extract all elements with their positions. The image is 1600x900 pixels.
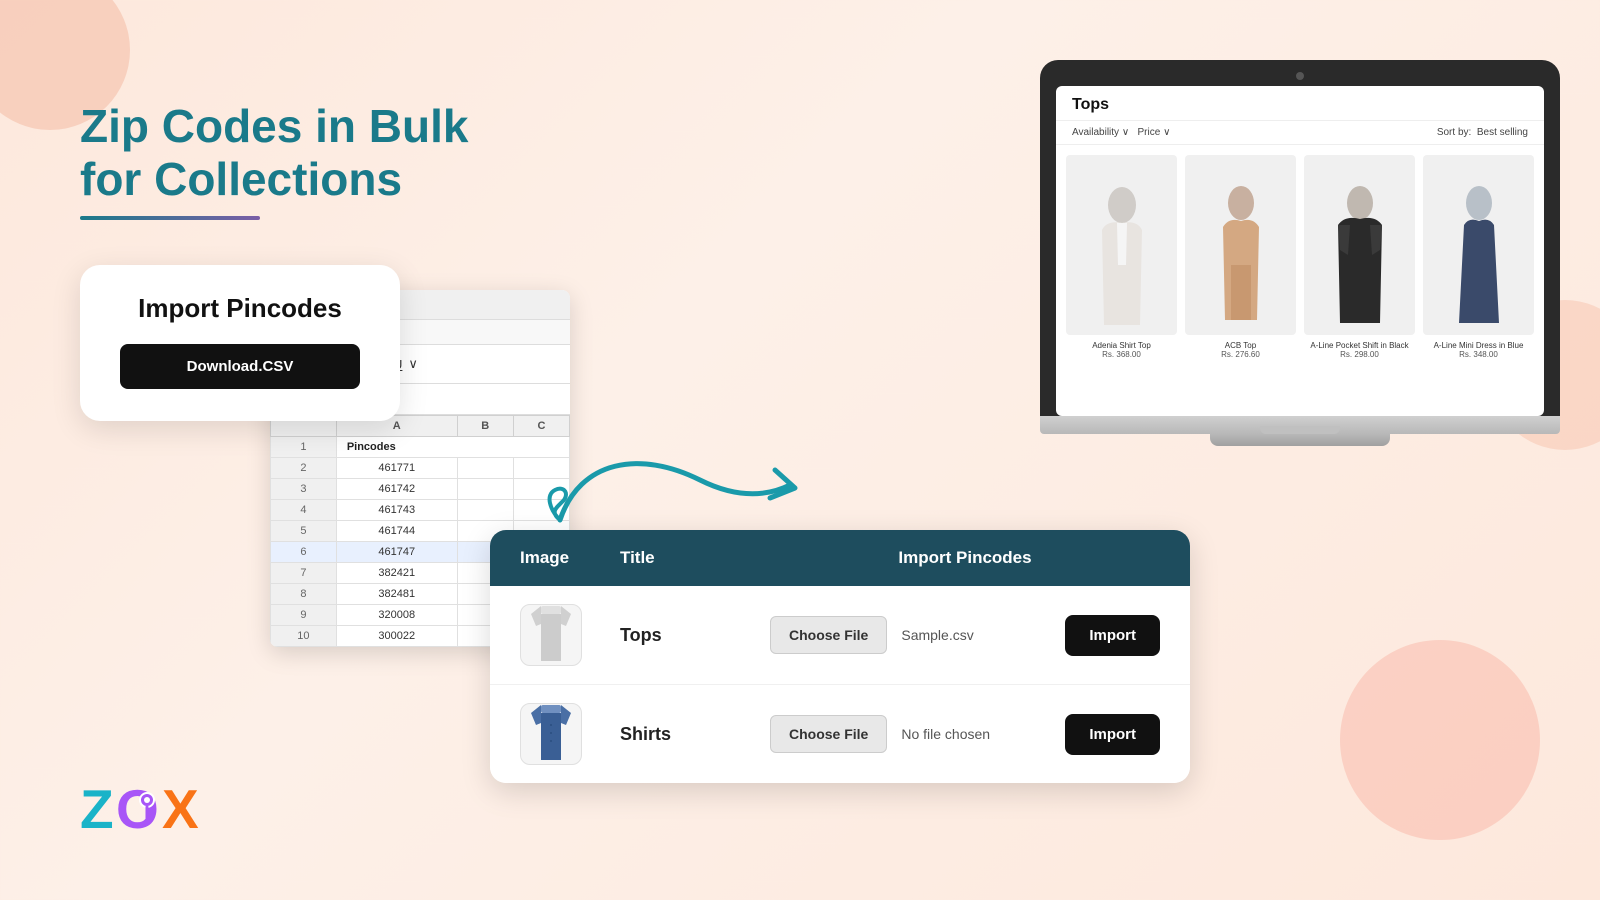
- shop-header: Tops: [1056, 86, 1544, 121]
- product-price-3: Rs. 298.00: [1304, 350, 1415, 359]
- excel-row-1-num: 1: [271, 437, 337, 458]
- product-image-1: [1066, 155, 1177, 335]
- product-card-2: ACB Top Rs. 276.60: [1185, 155, 1296, 359]
- import-card-heading: Import Pincodes: [120, 293, 360, 324]
- laptop-base: [1040, 416, 1560, 434]
- filters-left: Availability ∨ Price ∨: [1072, 127, 1170, 138]
- product-card-1: Adenia Shirt Top Rs. 368.00: [1066, 155, 1177, 359]
- shirts-import-cell: Choose File No file chosen Import: [770, 714, 1160, 755]
- table-row: 2 461771: [271, 458, 570, 479]
- laptop-base-notch: [1260, 426, 1340, 434]
- table-row: 3 461742: [271, 479, 570, 500]
- title-underline: [80, 216, 260, 220]
- svg-text:X: X: [162, 778, 199, 840]
- excel-col-c-header: C: [513, 416, 569, 437]
- product-image-2: [1185, 155, 1296, 335]
- import-table-panel: Image Title Import Pincodes Tops Choose …: [490, 530, 1190, 783]
- excel-pincodes-header: Pincodes: [336, 437, 569, 458]
- laptop-stand: [1210, 434, 1390, 446]
- tops-title: Tops: [620, 625, 770, 646]
- filters-right: Sort by: Best selling: [1437, 127, 1528, 138]
- table-col-title-header: Title: [620, 548, 770, 568]
- zox-logo: Z O X: [80, 770, 200, 840]
- product-price-4: Rs. 348.00: [1423, 350, 1534, 359]
- table-col-import-header: Import Pincodes: [770, 548, 1160, 568]
- shop-title: Tops: [1072, 96, 1528, 114]
- svg-text:Z: Z: [80, 778, 114, 840]
- tops-product-icon: [526, 606, 576, 664]
- zox-logo-svg: Z O X: [80, 770, 200, 840]
- laptop-screen-inner: Tops Availability ∨ Price ∨ Sort by: Bes…: [1056, 86, 1544, 416]
- filter-price[interactable]: Price ∨: [1138, 127, 1171, 138]
- import-pincodes-card: Import Pincodes Download.CSV: [80, 265, 400, 421]
- product-name-3: A-Line Pocket Shift in Black: [1304, 341, 1415, 350]
- page-title: Zip Codes in Bulkfor Collections: [80, 100, 468, 206]
- table-col-image-header: Image: [520, 548, 620, 568]
- table-body: Tops Choose File Sample.csv Import: [490, 586, 1190, 783]
- product-name-2: ACB Top: [1185, 341, 1296, 350]
- shirts-product-icon: [526, 705, 576, 763]
- svg-text:O: O: [116, 778, 159, 840]
- product-image-3: [1304, 155, 1415, 335]
- tops-choose-file-button[interactable]: Choose File: [770, 616, 887, 654]
- product-image-4: [1423, 155, 1534, 335]
- tops-import-button[interactable]: Import: [1065, 615, 1160, 656]
- excel-col-b-header: B: [457, 416, 513, 437]
- shirts-title: Shirts: [620, 724, 770, 745]
- product-card-4: A-Line Mini Dress in Blue Rs. 348.00: [1423, 155, 1534, 359]
- page-title-area: Zip Codes in Bulkfor Collections: [80, 100, 468, 220]
- product-price-2: Rs. 276.60: [1185, 350, 1296, 359]
- table-row-tops: Tops Choose File Sample.csv Import: [490, 586, 1190, 685]
- shirts-thumbnail: [520, 703, 582, 765]
- shop-filters: Availability ∨ Price ∨ Sort by: Best sel…: [1056, 121, 1544, 145]
- sort-value[interactable]: Best selling: [1477, 127, 1528, 138]
- tops-thumbnail: [520, 604, 582, 666]
- laptop-camera: [1296, 72, 1304, 80]
- excel-header-row: 1 Pincodes: [271, 437, 570, 458]
- shop-products: Adenia Shirt Top Rs. 368.00 ACB Top Rs. …: [1056, 145, 1544, 369]
- shirts-image-cell: [520, 703, 620, 765]
- decorative-blob-bottom-right: [1340, 640, 1540, 840]
- shirts-import-button[interactable]: Import: [1065, 714, 1160, 755]
- tops-image-cell: [520, 604, 620, 666]
- laptop-screen-outer: Tops Availability ∨ Price ∨ Sort by: Bes…: [1040, 60, 1560, 416]
- sort-label: Sort by:: [1437, 127, 1471, 138]
- product-price-1: Rs. 368.00: [1066, 350, 1177, 359]
- download-csv-button[interactable]: Download.CSV: [120, 344, 360, 389]
- laptop-mockup: Tops Availability ∨ Price ∨ Sort by: Bes…: [1040, 60, 1560, 446]
- product-name-4: A-Line Mini Dress in Blue: [1423, 341, 1534, 350]
- product-name-1: Adenia Shirt Top: [1066, 341, 1177, 350]
- shirts-choose-file-button[interactable]: Choose File: [770, 715, 887, 753]
- table-row: 4 461743: [271, 500, 570, 521]
- table-row-shirts: Shirts Choose File No file chosen Import: [490, 685, 1190, 783]
- tops-file-name: Sample.csv: [901, 627, 1051, 643]
- excel-underline-extra: ∨: [408, 356, 418, 372]
- table-header: Image Title Import Pincodes: [490, 530, 1190, 586]
- product-card-3: A-Line Pocket Shift in Black Rs. 298.00: [1304, 155, 1415, 359]
- shirts-file-name: No file chosen: [901, 726, 1051, 742]
- swirl-arrow-decoration: [540, 440, 800, 540]
- filter-availability[interactable]: Availability ∨: [1072, 127, 1129, 138]
- tops-import-cell: Choose File Sample.csv Import: [770, 615, 1160, 656]
